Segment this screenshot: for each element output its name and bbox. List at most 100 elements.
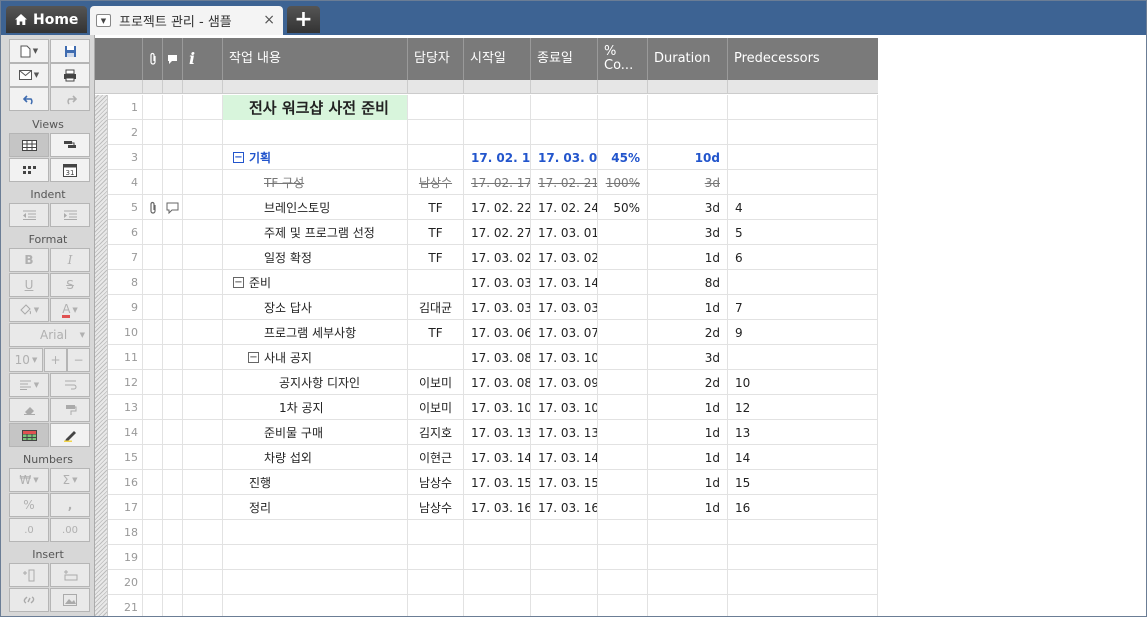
end-date-cell[interactable] <box>531 95 598 120</box>
row-drag-handle[interactable] <box>95 395 108 420</box>
task-name-cell[interactable]: 진행 <box>223 470 408 495</box>
start-date-cell[interactable] <box>464 120 531 145</box>
start-date-cell[interactable]: 17. 03. 03 <box>464 295 531 320</box>
header-info[interactable]: i <box>183 38 223 80</box>
table-row[interactable]: 17 정리 남상수 17. 03. 16 17. 03. 16 1d 16 <box>95 495 878 520</box>
info-cell[interactable] <box>183 170 223 195</box>
duration-cell[interactable] <box>648 595 728 616</box>
email-button[interactable]: ▼ <box>9 63 49 87</box>
row-drag-handle[interactable] <box>95 320 108 345</box>
header-duration[interactable]: Duration <box>648 38 728 80</box>
insert-column-button[interactable] <box>9 563 49 587</box>
attachment-cell[interactable] <box>143 445 163 470</box>
row-number[interactable]: 5 <box>108 195 143 220</box>
owner-cell[interactable]: 이보미 <box>408 370 464 395</box>
start-date-cell[interactable]: 17. 03. 08 <box>464 370 531 395</box>
info-cell[interactable] <box>183 545 223 570</box>
table-row[interactable]: 5 브레인스토밍 TF 17. 02. 22 17. 02. 24 50% 3d 4 <box>95 195 878 220</box>
row-number[interactable]: 16 <box>108 470 143 495</box>
owner-cell[interactable] <box>408 345 464 370</box>
start-date-cell[interactable]: 17. 02. 17 <box>464 145 531 170</box>
undo-button[interactable] <box>9 87 49 111</box>
duration-cell[interactable] <box>648 95 728 120</box>
table-row[interactable]: 1 전사 워크샵 사전 준비 <box>95 95 878 120</box>
table-row[interactable]: 18 <box>95 520 878 545</box>
comment-cell[interactable] <box>163 295 183 320</box>
comment-cell[interactable] <box>163 220 183 245</box>
owner-cell[interactable]: TF <box>408 220 464 245</box>
table-row[interactable]: 11 − 사내 공지 17. 03. 08 17. 03. 10 3d <box>95 345 878 370</box>
predecessors-cell[interactable]: 10 <box>728 370 878 395</box>
collapse-toggle-icon[interactable]: − <box>248 352 259 363</box>
print-button[interactable] <box>50 63 90 87</box>
info-cell[interactable] <box>183 320 223 345</box>
start-date-cell[interactable]: 17. 03. 15 <box>464 470 531 495</box>
grid-view-button[interactable] <box>9 133 49 157</box>
row-number[interactable]: 19 <box>108 545 143 570</box>
predecessors-cell[interactable] <box>728 545 878 570</box>
attachment-cell[interactable] <box>143 295 163 320</box>
info-cell[interactable] <box>183 95 223 120</box>
table-row[interactable]: 20 <box>95 570 878 595</box>
comment-cell[interactable] <box>163 270 183 295</box>
percent-complete-cell[interactable] <box>598 420 648 445</box>
task-name-cell[interactable]: 프로그램 세부사항 <box>223 320 408 345</box>
align-button[interactable]: ▼ <box>9 373 49 397</box>
info-cell[interactable] <box>183 345 223 370</box>
percent-complete-cell[interactable] <box>598 520 648 545</box>
collapse-toggle-icon[interactable]: − <box>233 152 244 163</box>
row-drag-handle[interactable] <box>95 295 108 320</box>
percent-complete-cell[interactable] <box>598 320 648 345</box>
header-comments[interactable] <box>163 38 183 80</box>
table-row[interactable]: 14 준비물 구매 김지호 17. 03. 13 17. 03. 13 1d 13 <box>95 420 878 445</box>
row-drag-handle[interactable] <box>95 95 108 120</box>
owner-cell[interactable] <box>408 545 464 570</box>
duration-cell[interactable]: 1d <box>648 295 728 320</box>
percent-complete-cell[interactable] <box>598 470 648 495</box>
row-number[interactable]: 15 <box>108 445 143 470</box>
table-row[interactable]: 8 − 준비 17. 03. 03 17. 03. 14 8d <box>95 270 878 295</box>
owner-cell[interactable] <box>408 120 464 145</box>
predecessors-cell[interactable] <box>728 345 878 370</box>
percent-complete-cell[interactable] <box>598 370 648 395</box>
comment-cell[interactable] <box>163 370 183 395</box>
comment-cell[interactable] <box>163 195 183 220</box>
duration-cell[interactable]: 2d <box>648 320 728 345</box>
comment-cell[interactable] <box>163 595 183 616</box>
comment-cell[interactable] <box>163 120 183 145</box>
row-number[interactable]: 2 <box>108 120 143 145</box>
duration-cell[interactable] <box>648 570 728 595</box>
percent-complete-cell[interactable] <box>598 345 648 370</box>
percent-complete-cell[interactable]: 50% <box>598 195 648 220</box>
info-cell[interactable] <box>183 295 223 320</box>
row-number[interactable]: 13 <box>108 395 143 420</box>
percent-complete-cell[interactable] <box>598 445 648 470</box>
header-predecessors[interactable]: Predecessors <box>728 38 878 80</box>
info-cell[interactable] <box>183 370 223 395</box>
row-drag-handle[interactable] <box>95 570 108 595</box>
row-number[interactable]: 9 <box>108 295 143 320</box>
row-number[interactable]: 18 <box>108 520 143 545</box>
duration-cell[interactable]: 1d <box>648 245 728 270</box>
predecessors-cell[interactable] <box>728 595 878 616</box>
end-date-cell[interactable]: 17. 03. 10 <box>531 345 598 370</box>
owner-cell[interactable] <box>408 270 464 295</box>
duration-cell[interactable]: 8d <box>648 270 728 295</box>
predecessors-cell[interactable] <box>728 145 878 170</box>
percent-complete-cell[interactable] <box>598 570 648 595</box>
task-name-cell[interactable]: 전사 워크샵 사전 준비 <box>223 95 408 120</box>
percent-complete-cell[interactable] <box>598 395 648 420</box>
duration-cell[interactable]: 1d <box>648 395 728 420</box>
task-name-cell[interactable]: TF 구성 <box>223 170 408 195</box>
start-date-cell[interactable]: 17. 02. 22 <box>464 195 531 220</box>
duration-cell[interactable] <box>648 520 728 545</box>
percent-complete-cell[interactable]: 100% <box>598 170 648 195</box>
end-date-cell[interactable]: 17. 03. 02 <box>531 245 598 270</box>
info-cell[interactable] <box>183 195 223 220</box>
row-number[interactable]: 10 <box>108 320 143 345</box>
end-date-cell[interactable]: 17. 03. 15 <box>531 470 598 495</box>
predecessors-cell[interactable]: 13 <box>728 420 878 445</box>
table-row[interactable]: 3 −기획 17. 02. 1717. 03. 0245%10d <box>95 145 878 170</box>
highlight-button[interactable] <box>50 423 90 447</box>
attachment-cell[interactable] <box>143 520 163 545</box>
